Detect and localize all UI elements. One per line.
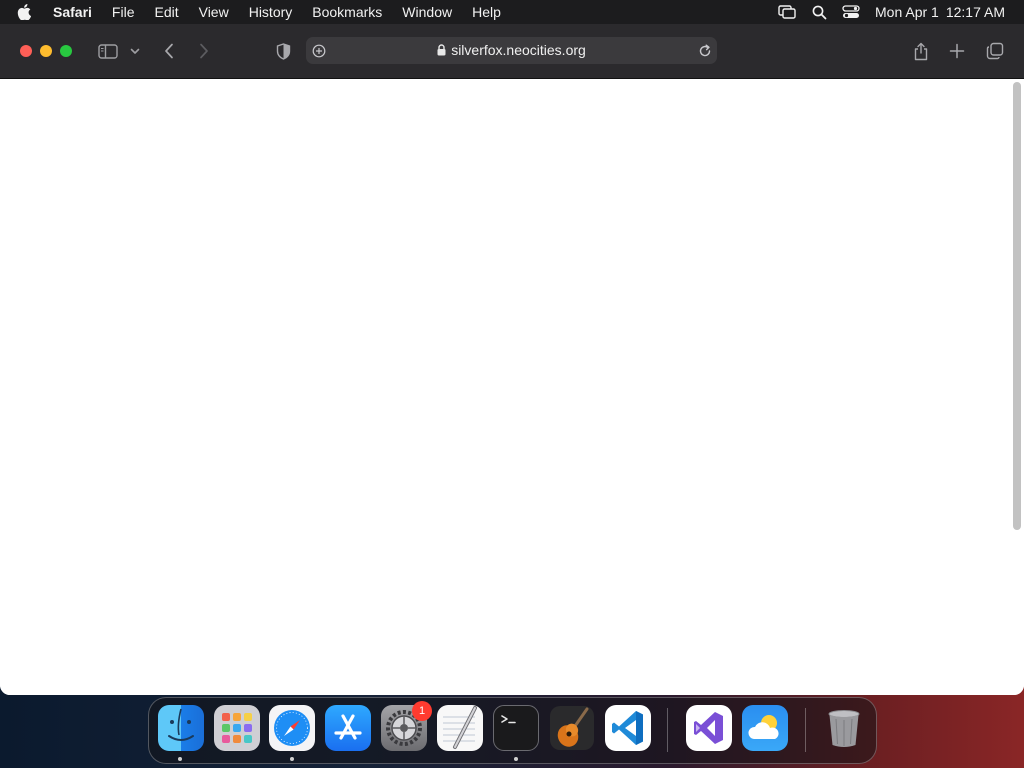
dock-separator xyxy=(667,708,668,752)
close-window-button[interactable] xyxy=(20,45,32,57)
menu-bar: Safari File Edit View History Bookmarks … xyxy=(0,0,1024,24)
forward-icon xyxy=(193,39,215,63)
dock-app-store-icon[interactable] xyxy=(325,705,371,751)
sidebar-icon[interactable] xyxy=(96,39,120,63)
dock-visual-studio-icon[interactable] xyxy=(686,705,732,751)
spotlight-search-icon[interactable] xyxy=(810,3,828,21)
menu-bookmarks[interactable]: Bookmarks xyxy=(302,0,392,24)
menu-window[interactable]: Window xyxy=(392,0,462,24)
clock-time: 12:17 AM xyxy=(945,4,1005,20)
chevron-down-icon[interactable] xyxy=(128,39,142,63)
web-content-area[interactable] xyxy=(0,79,1024,695)
dock-trash-icon[interactable] xyxy=(821,705,867,751)
menu-history[interactable]: History xyxy=(239,0,303,24)
dock-textedit-icon[interactable] xyxy=(437,705,483,751)
menu-file[interactable]: File xyxy=(102,0,145,24)
menu-safari[interactable]: Safari xyxy=(53,0,102,24)
back-icon[interactable] xyxy=(158,39,180,63)
dock-terminal-icon[interactable] xyxy=(493,705,539,751)
terminal-running-indicator xyxy=(514,757,518,761)
maximize-window-button[interactable] xyxy=(60,45,72,57)
browser-toolbar: silverfox.neocities.org xyxy=(0,24,1024,79)
url-text: silverfox.neocities.org xyxy=(451,42,586,58)
screen-mirroring-icon[interactable] xyxy=(778,3,796,21)
new-tab-icon[interactable] xyxy=(946,39,968,63)
dock-finder-icon[interactable] xyxy=(158,705,204,751)
menu-view[interactable]: View xyxy=(189,0,239,24)
minimize-window-button[interactable] xyxy=(40,45,52,57)
menu-edit[interactable]: Edit xyxy=(144,0,188,24)
safari-window: silverfox.neocities.org xyxy=(0,24,1024,695)
url-display[interactable]: silverfox.neocities.org xyxy=(306,37,717,64)
notification-badge: 1 xyxy=(412,701,432,721)
lock-icon xyxy=(437,38,446,65)
dock: 1 xyxy=(148,697,877,764)
clock-date: Mon Apr 1 xyxy=(875,4,939,20)
menu-bar-clock[interactable]: Mon Apr 1 12:17 AM xyxy=(875,4,1005,20)
finder-running-indicator xyxy=(178,757,182,761)
dock-launchpad-icon[interactable] xyxy=(214,705,260,751)
address-bar[interactable]: silverfox.neocities.org xyxy=(306,37,717,64)
dock-weather-icon[interactable] xyxy=(742,705,788,751)
dock-vscode-icon[interactable] xyxy=(605,705,651,751)
dock-garageband-icon[interactable] xyxy=(549,705,595,751)
dock-separator xyxy=(805,708,806,752)
privacy-shield-icon[interactable] xyxy=(272,39,294,63)
control-center-icon[interactable] xyxy=(842,3,860,21)
reload-icon[interactable] xyxy=(696,42,713,59)
vertical-scrollbar[interactable] xyxy=(1013,82,1021,530)
dock-system-settings-icon[interactable]: 1 xyxy=(381,701,432,751)
tab-overview-icon[interactable] xyxy=(984,39,1006,63)
apple-logo-icon[interactable] xyxy=(17,4,37,20)
dock-safari-icon[interactable] xyxy=(269,705,315,751)
safari-running-indicator xyxy=(290,757,294,761)
status-area: Mon Apr 1 12:17 AM xyxy=(771,0,1024,24)
share-icon[interactable] xyxy=(910,39,932,63)
menu-help[interactable]: Help xyxy=(462,0,511,24)
